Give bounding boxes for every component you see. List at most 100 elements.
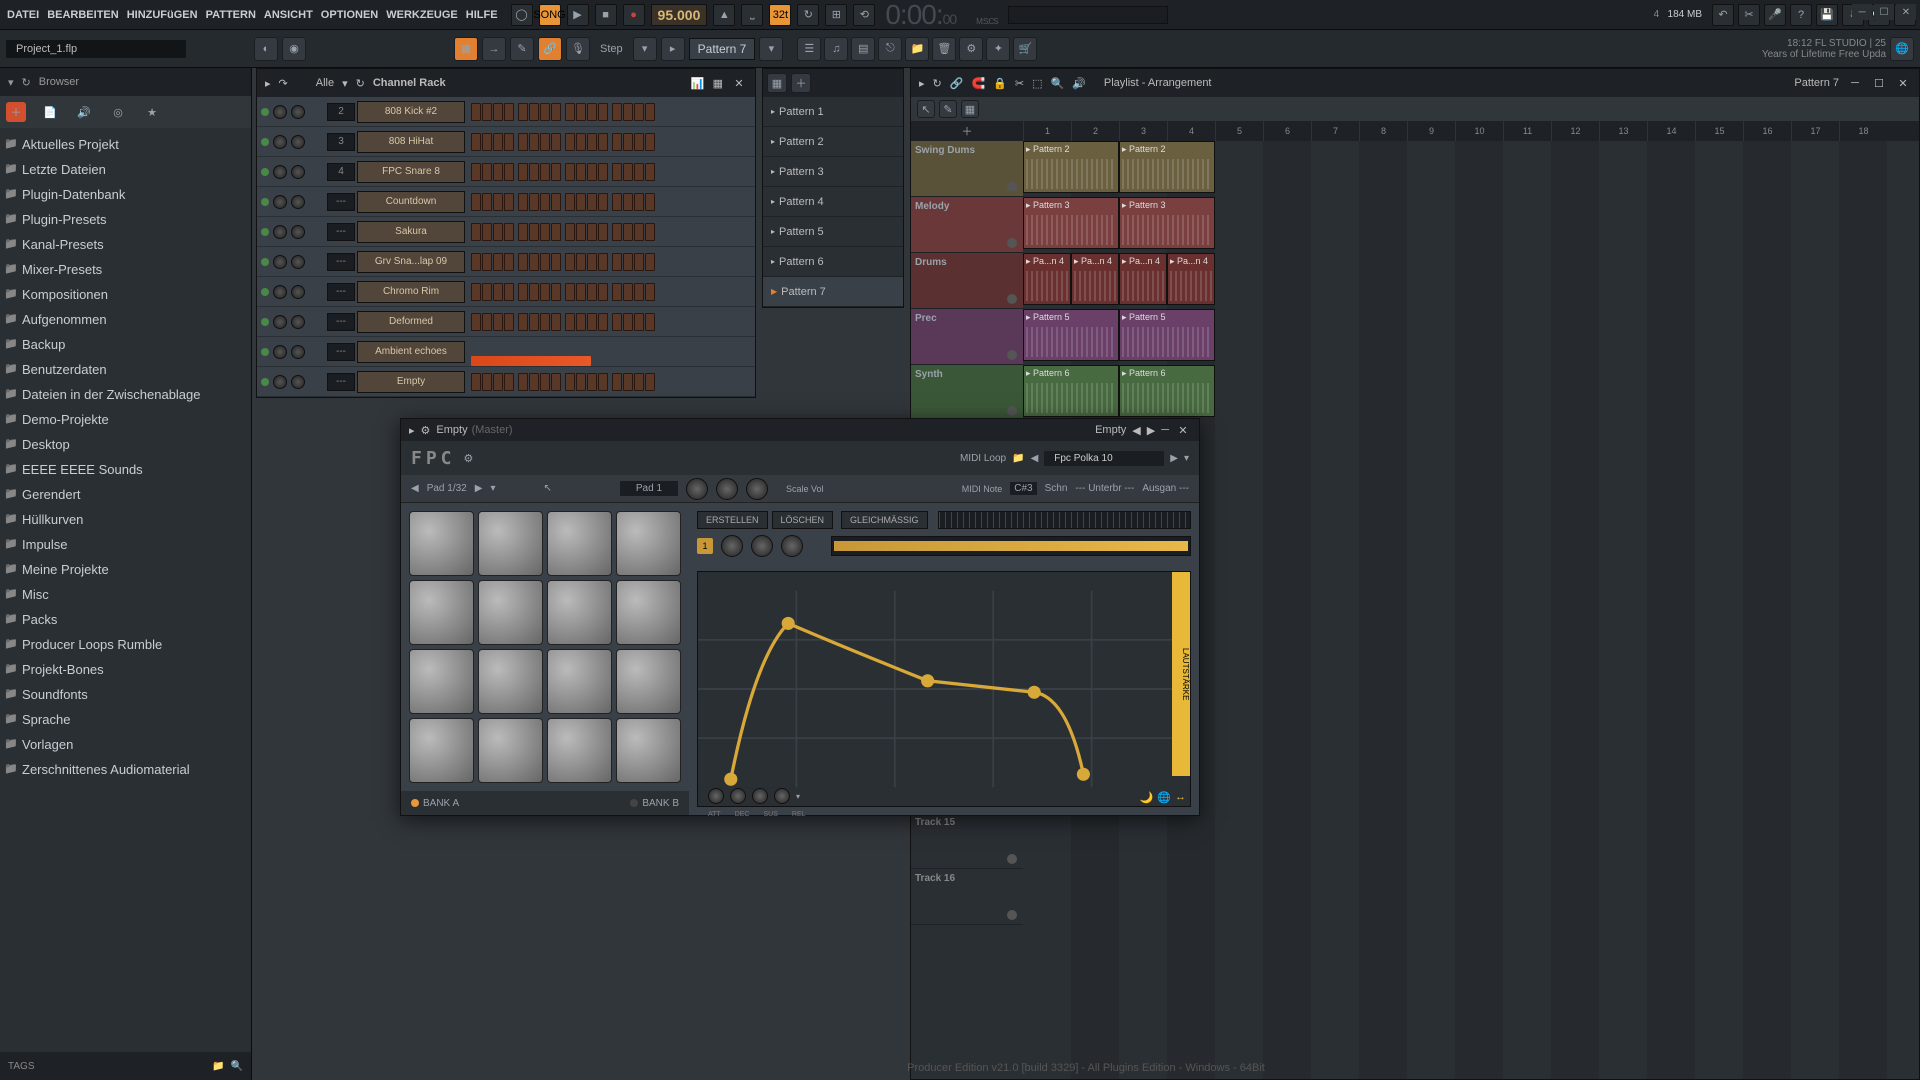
fpc-pad-index[interactable]: Pad 1/32 xyxy=(427,483,467,494)
cart-icon[interactable]: 🛒 xyxy=(1013,37,1037,61)
step-cell[interactable] xyxy=(529,133,539,151)
pattern-item[interactable]: Pattern 2 xyxy=(763,127,903,157)
step-cell[interactable] xyxy=(576,163,586,181)
browser-item[interactable]: Soundfonts xyxy=(0,682,251,707)
step-cell[interactable] xyxy=(518,313,528,331)
channel-pan-knob[interactable] xyxy=(273,195,287,209)
channel-pan-knob[interactable] xyxy=(273,105,287,119)
step-cell[interactable] xyxy=(576,133,586,151)
link-icon[interactable]: 🔗 xyxy=(538,37,562,61)
track-header[interactable]: Prec xyxy=(911,309,1023,365)
step-sequencer-row[interactable] xyxy=(467,133,662,151)
browser-item[interactable]: Backup xyxy=(0,332,251,357)
step-cell[interactable] xyxy=(634,283,644,301)
timeline-ruler[interactable]: 123456789101112131415161718 xyxy=(1023,121,1919,141)
bank-a-button[interactable]: BANK A xyxy=(411,798,459,809)
env-sus-knob[interactable] xyxy=(752,788,768,804)
browser-item[interactable]: Vorlagen xyxy=(0,732,251,757)
step-cell[interactable] xyxy=(493,223,503,241)
step-cell[interactable] xyxy=(587,193,597,211)
sparkle-icon[interactable]: ✦ xyxy=(986,37,1010,61)
view-playlist-button[interactable]: ▦ xyxy=(454,37,478,61)
step-cell[interactable] xyxy=(645,163,655,181)
fpc-close-icon[interactable]: ✕ xyxy=(1175,422,1191,438)
step-dropdown[interactable]: ▾ xyxy=(633,37,657,61)
step-cell[interactable] xyxy=(612,103,622,121)
mixer-track-num[interactable]: --- xyxy=(327,373,355,391)
browser-item[interactable]: Mixer-Presets xyxy=(0,257,251,282)
step-cell[interactable] xyxy=(471,103,481,121)
channel-led[interactable] xyxy=(261,348,269,356)
channel-name-button[interactable]: Empty xyxy=(357,371,465,393)
browser-item[interactable]: Plugin-Presets xyxy=(0,207,251,232)
step-sequencer-row[interactable] xyxy=(467,163,662,181)
browser-item[interactable]: Kompositionen xyxy=(0,282,251,307)
step-cell[interactable] xyxy=(598,193,608,211)
fpc-pad[interactable] xyxy=(478,511,543,576)
step-sequencer-row[interactable] xyxy=(467,223,662,241)
mixer-track-num[interactable]: --- xyxy=(327,223,355,241)
search-icon[interactable]: 🔍 xyxy=(231,1061,243,1072)
step-cell[interactable] xyxy=(504,313,514,331)
step-cell[interactable] xyxy=(645,373,655,391)
step-cell[interactable] xyxy=(482,223,492,241)
browser-item[interactable]: Meine Projekte xyxy=(0,557,251,582)
step-cell[interactable] xyxy=(551,313,561,331)
step-cell[interactable] xyxy=(565,253,575,271)
step-cell[interactable] xyxy=(518,193,528,211)
layer-knob-1[interactable] xyxy=(721,535,743,557)
step-cell[interactable] xyxy=(587,283,597,301)
browser-item[interactable]: Misc xyxy=(0,582,251,607)
pl-lock-icon[interactable]: 🔒 xyxy=(993,77,1007,90)
step-cell[interactable] xyxy=(540,373,550,391)
channel-name-button[interactable]: FPC Snare 8 xyxy=(357,161,465,183)
ruler-mark[interactable]: 2 xyxy=(1071,121,1119,141)
fpc-pad-drop-icon[interactable]: ▾ xyxy=(490,483,495,494)
env-moon-icon[interactable]: 🌙 xyxy=(1140,791,1154,804)
tempo-display[interactable]: 95.000 xyxy=(651,4,708,26)
fpc-pad[interactable] xyxy=(478,649,543,714)
fpc-pad-prev-icon[interactable]: ◀ xyxy=(411,483,419,494)
browser-tab-fav[interactable]: ★ xyxy=(142,102,162,122)
step-cell[interactable] xyxy=(634,103,644,121)
step-sequencer-row[interactable] xyxy=(467,283,662,301)
ruler-mark[interactable]: 8 xyxy=(1359,121,1407,141)
cr-arrow-icon[interactable]: ↷ xyxy=(279,77,288,90)
collapse-icon[interactable]: ▾ xyxy=(8,76,14,89)
ruler-mark[interactable]: 11 xyxy=(1503,121,1551,141)
pl-tool-grid[interactable]: ▦ xyxy=(961,100,979,118)
pl-max-icon[interactable]: ☐ xyxy=(1871,75,1887,91)
step-cell[interactable] xyxy=(587,373,597,391)
step-cell[interactable] xyxy=(623,193,633,211)
fpc-pad[interactable] xyxy=(616,511,681,576)
channel-name-button[interactable]: Grv Sna...lap 09 xyxy=(357,251,465,273)
step-cell[interactable] xyxy=(612,253,622,271)
channel-pan-knob[interactable] xyxy=(273,375,287,389)
fpc-menu-icon[interactable]: ▸ xyxy=(409,424,415,437)
song-mode-button[interactable]: SONG xyxy=(539,4,561,26)
step-cell[interactable] xyxy=(623,223,633,241)
mixer-track-num[interactable]: 2 xyxy=(327,103,355,121)
step-cell[interactable] xyxy=(518,373,528,391)
channel-name-button[interactable]: 808 HiHat xyxy=(357,131,465,153)
channel-pan-knob[interactable] xyxy=(273,285,287,299)
menu-pattern[interactable]: PATTERN xyxy=(203,7,259,23)
browser-item[interactable]: Dateien in der Zwischenablage xyxy=(0,382,251,407)
clip[interactable]: ▸ Pattern 3 xyxy=(1119,197,1215,249)
trash-icon[interactable]: 🗑 xyxy=(932,37,956,61)
fpc-pad[interactable] xyxy=(616,649,681,714)
ruler-mark[interactable]: 12 xyxy=(1551,121,1599,141)
pl-loop-icon[interactable]: ↻ xyxy=(933,77,942,90)
progress-ring-icon[interactable]: ◯ xyxy=(511,4,533,26)
record-button[interactable]: ● xyxy=(623,4,645,26)
ruler-mark[interactable]: 1 xyxy=(1023,121,1071,141)
ruler-mark[interactable]: 7 xyxy=(1311,121,1359,141)
ruler-mark[interactable]: 9 xyxy=(1407,121,1455,141)
step-cell[interactable] xyxy=(471,133,481,151)
fpc-gear-icon[interactable]: ⚙ xyxy=(421,424,431,437)
step-sequencer-row[interactable] xyxy=(467,193,662,211)
step-cell[interactable] xyxy=(471,223,481,241)
arrow-right-icon[interactable]: → xyxy=(482,37,506,61)
step-cell[interactable] xyxy=(634,163,644,181)
step-cell[interactable] xyxy=(565,223,575,241)
